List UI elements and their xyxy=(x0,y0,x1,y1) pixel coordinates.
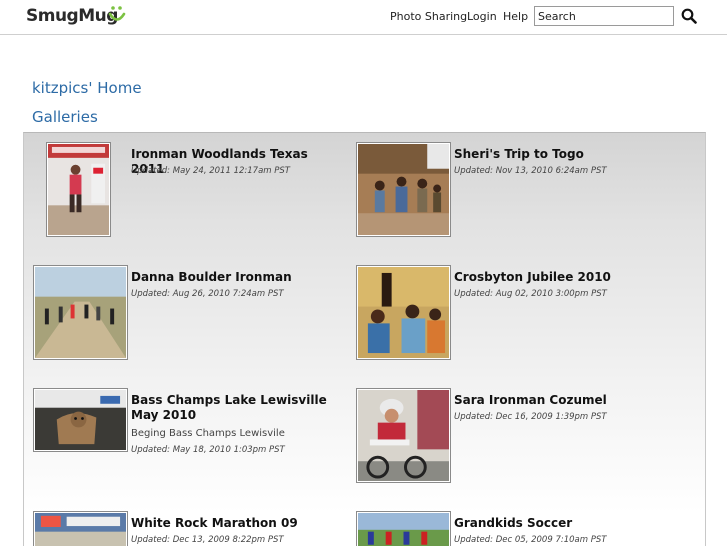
gallery-thumbnail[interactable] xyxy=(356,511,451,546)
gallery-thumbnail[interactable] xyxy=(33,511,128,546)
gallery-thumbnail[interactable] xyxy=(356,265,451,360)
nav-login[interactable]: Login xyxy=(467,10,497,23)
search-icon[interactable] xyxy=(681,8,697,24)
smugmug-smile-icon[interactable] xyxy=(107,4,127,26)
gallery-item[interactable]: Grandkids Soccer Updated: Dec 05, 2009 7… xyxy=(354,502,694,546)
nav-help[interactable]: Help xyxy=(503,10,528,23)
gallery-item[interactable]: Bass Champs Lake Lewisville May 2010 Beg… xyxy=(24,379,354,499)
gallery-updated: Updated: May 18, 2010 1:03pm PST xyxy=(131,445,285,455)
gallery-title[interactable]: White Rock Marathon 09 xyxy=(131,516,341,531)
gallery-item[interactable]: Crosbyton Jubilee 2010 Updated: Aug 02, … xyxy=(354,256,694,376)
gallery-title[interactable]: Crosbyton Jubilee 2010 xyxy=(454,270,664,285)
gallery-item[interactable]: Ironman Woodlands Texas 2011 Updated: Ma… xyxy=(24,133,354,253)
gallery-title[interactable]: Danna Boulder Ironman xyxy=(131,270,341,285)
gallery-updated: Updated: Dec 05, 2009 7:10am PST xyxy=(454,535,607,545)
gallery-title[interactable]: Sheri's Trip to Togo xyxy=(454,147,664,162)
gallery-item[interactable]: Sheri's Trip to Togo Updated: Nov 13, 20… xyxy=(354,133,694,253)
gallery-updated: Updated: May 24, 2011 12:17am PST xyxy=(131,166,290,176)
gallery-description: Beging Bass Champs Lewisvile xyxy=(131,428,285,439)
gallery-thumbnail[interactable] xyxy=(356,142,451,237)
gallery-updated: Updated: Nov 13, 2010 6:24am PST xyxy=(454,166,607,176)
galleries-panel: Ironman Woodlands Texas 2011 Updated: Ma… xyxy=(23,132,706,546)
gallery-updated: Updated: Aug 02, 2010 3:00pm PST xyxy=(454,289,607,299)
gallery-thumbnail[interactable] xyxy=(33,388,128,452)
home-link[interactable]: kitzpics' Home xyxy=(32,79,142,97)
top-header: SmugMug Photo Sharing Login Help xyxy=(0,0,727,35)
gallery-updated: Updated: Aug 26, 2010 7:24am PST xyxy=(131,289,284,299)
search-input[interactable] xyxy=(534,6,674,26)
gallery-title[interactable]: Bass Champs Lake Lewisville May 2010 xyxy=(131,393,341,423)
gallery-title[interactable]: Grandkids Soccer xyxy=(454,516,664,531)
nav-photo-sharing[interactable]: Photo Sharing xyxy=(390,10,467,23)
gallery-thumbnail[interactable] xyxy=(46,142,111,237)
galleries-heading: Galleries xyxy=(32,108,98,126)
gallery-title[interactable]: Sara Ironman Cozumel xyxy=(454,393,664,408)
gallery-thumbnail[interactable] xyxy=(33,265,128,360)
smugmug-logo[interactable]: SmugMug xyxy=(26,6,118,26)
gallery-updated: Updated: Dec 13, 2009 8:22pm PST xyxy=(131,535,284,545)
gallery-item[interactable]: Danna Boulder Ironman Updated: Aug 26, 2… xyxy=(24,256,354,376)
gallery-updated: Updated: Dec 16, 2009 1:39pm PST xyxy=(454,412,607,422)
gallery-item[interactable]: White Rock Marathon 09 Updated: Dec 13, … xyxy=(24,502,354,546)
gallery-item[interactable]: Sara Ironman Cozumel Updated: Dec 16, 20… xyxy=(354,379,694,499)
gallery-thumbnail[interactable] xyxy=(356,388,451,483)
